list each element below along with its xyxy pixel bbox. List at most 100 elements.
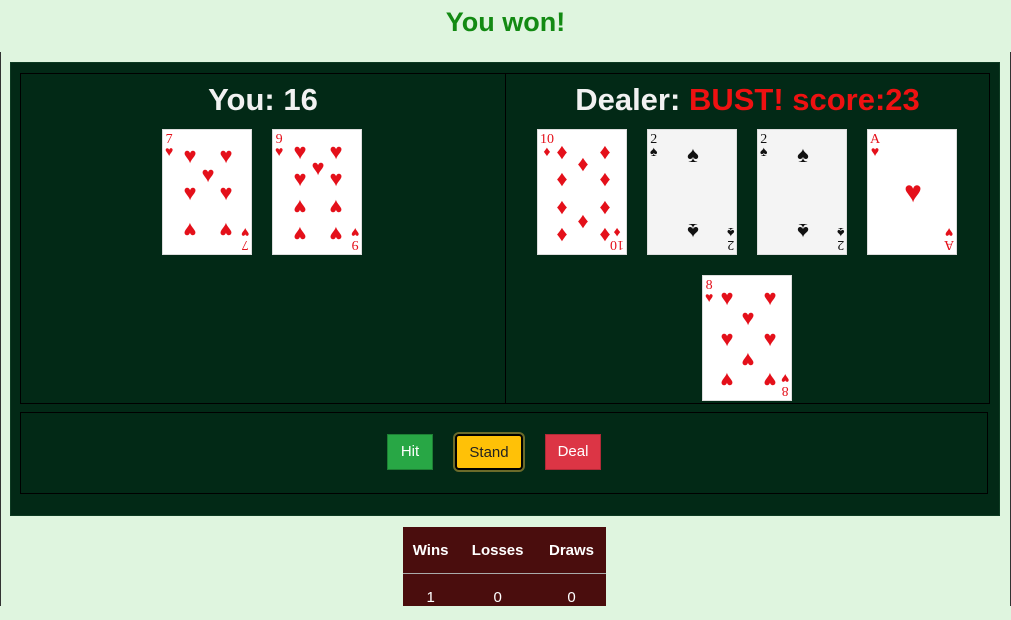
card-rank: 8 xyxy=(781,383,788,398)
card-suit: ♠ xyxy=(727,224,734,239)
diamond-icon: ♦ xyxy=(599,168,610,190)
playing-card: 8♥ ♥ ♥ ♥ ♥ ♥ ♥ ♥ ♥ 8♥ xyxy=(702,275,792,401)
spade-icon: ♠ xyxy=(797,144,809,166)
wins-value: 1 xyxy=(403,574,458,620)
card-corner-top: 2♠ xyxy=(650,133,657,159)
heart-icon: ♥ xyxy=(311,157,324,179)
player-hand: You: 16 7♥ ♥ ♥ ♥ ♥ ♥ ♥ ♥ 7♥ 9♥ ♥ xyxy=(20,73,506,404)
heart-icon: ♥ xyxy=(720,328,733,350)
card-suit: ♥ xyxy=(241,224,249,239)
card-corner-bottom: 9♥ xyxy=(351,225,359,251)
heart-icon: ♥ xyxy=(329,196,342,218)
diamond-icon: ♦ xyxy=(577,210,588,232)
card-suit: ♠ xyxy=(650,145,657,160)
heart-icon: ♥ xyxy=(741,349,754,371)
card-table: You: 16 7♥ ♥ ♥ ♥ ♥ ♥ ♥ ♥ 7♥ 9♥ ♥ xyxy=(10,62,1000,516)
spade-icon: ♠ xyxy=(687,144,699,166)
losses-header: Losses xyxy=(458,527,537,574)
score-table: Wins Losses Draws 1 0 0 xyxy=(403,527,606,606)
card-rank: A xyxy=(944,237,954,252)
card-corner-top: 8♥ xyxy=(705,279,713,305)
losses-value: 0 xyxy=(458,574,537,620)
card-suit: ♥ xyxy=(781,370,789,385)
card-suit: ♥ xyxy=(871,145,879,160)
diamond-icon: ♦ xyxy=(577,153,588,175)
playing-card: 2♠ ♠ ♠ 2♠ xyxy=(647,129,737,255)
draws-value: 0 xyxy=(537,574,606,620)
spade-icon: ♠ xyxy=(687,220,699,242)
card-corner-bottom: 10♦ xyxy=(610,225,624,251)
diamond-icon: ♦ xyxy=(599,196,610,218)
card-corner-bottom: 2♠ xyxy=(837,225,844,251)
card-rank: 9 xyxy=(351,237,358,252)
dealer-label: Dealer: xyxy=(575,82,680,117)
card-corner-bottom: 7♥ xyxy=(241,225,249,251)
player-score-title: You: 16 xyxy=(21,80,505,120)
playing-card: 7♥ ♥ ♥ ♥ ♥ ♥ ♥ ♥ 7♥ xyxy=(162,129,252,255)
card-rank: 10 xyxy=(610,237,624,252)
card-corner-bottom: A♥ xyxy=(944,225,954,251)
heart-icon: ♥ xyxy=(219,219,232,241)
card-rank: 2 xyxy=(727,237,734,252)
card-suit: ♠ xyxy=(837,224,844,239)
card-suit: ♦ xyxy=(613,224,620,239)
card-rank: 7 xyxy=(241,237,248,252)
card-corner-top: 7♥ xyxy=(165,133,173,159)
stand-button[interactable]: Stand xyxy=(455,434,523,470)
wins-header: Wins xyxy=(403,527,458,574)
heart-icon: ♥ xyxy=(720,369,733,391)
dealer-hand: Dealer: BUST! score:23 10♦ ♦ ♦ ♦ ♦ ♦ ♦ ♦… xyxy=(505,73,990,404)
heart-icon: ♥ xyxy=(741,307,754,329)
draws-header: Draws xyxy=(537,527,606,574)
card-suit: ♥ xyxy=(945,224,953,239)
spade-icon: ♠ xyxy=(797,220,809,242)
card-suit: ♥ xyxy=(275,145,283,160)
diamond-icon: ♦ xyxy=(556,141,567,163)
card-corner-top: 10♦ xyxy=(540,133,554,159)
hit-button[interactable]: Hit xyxy=(387,434,433,470)
diamond-icon: ♦ xyxy=(556,168,567,190)
playing-card: A♥ ♥ A♥ xyxy=(867,129,957,255)
dealer-bust-status: BUST! score:23 xyxy=(689,82,920,117)
card-suit: ♠ xyxy=(760,145,767,160)
card-rank: 2 xyxy=(837,237,844,252)
heart-icon: ♥ xyxy=(219,182,232,204)
heart-icon: ♥ xyxy=(763,287,776,309)
card-suit: ♦ xyxy=(543,145,550,160)
heart-icon: ♥ xyxy=(293,196,306,218)
heart-icon: ♥ xyxy=(329,168,342,190)
game-frame: You: 16 7♥ ♥ ♥ ♥ ♥ ♥ ♥ ♥ 7♥ 9♥ ♥ xyxy=(0,52,1011,606)
diamond-icon: ♦ xyxy=(599,223,610,245)
card-corner-bottom: 2♠ xyxy=(727,225,734,251)
card-corner-top: 9♥ xyxy=(275,133,283,159)
card-corner-top: 2♠ xyxy=(760,133,767,159)
playing-card: 10♦ ♦ ♦ ♦ ♦ ♦ ♦ ♦ ♦ ♦ ♦ 10♦ xyxy=(537,129,627,255)
score-table-row: 1 0 0 xyxy=(403,574,606,620)
playing-card: 9♥ ♥ ♥ ♥ ♥ ♥ ♥ ♥ ♥ ♥ 9♥ xyxy=(272,129,362,255)
deal-button[interactable]: Deal xyxy=(545,434,601,470)
playing-card: 2♠ ♠ ♠ 2♠ xyxy=(757,129,847,255)
diamond-icon: ♦ xyxy=(556,196,567,218)
heart-icon: ♥ xyxy=(183,219,196,241)
heart-icon: ♥ xyxy=(720,287,733,309)
score-table-header-row: Wins Losses Draws xyxy=(403,527,606,574)
card-suit: ♥ xyxy=(705,291,713,306)
diamond-icon: ♦ xyxy=(556,223,567,245)
heart-icon: ♥ xyxy=(293,223,306,245)
heart-icon: ♥ xyxy=(763,369,776,391)
heart-icon: ♥ xyxy=(329,223,342,245)
card-corner-bottom: 8♥ xyxy=(781,371,789,397)
heart-icon: ♥ xyxy=(183,145,196,167)
result-banner: You won! xyxy=(0,0,1011,53)
heart-icon: ♥ xyxy=(904,182,922,204)
heart-icon: ♥ xyxy=(183,182,196,204)
card-suit: ♥ xyxy=(165,145,173,160)
heart-icon: ♥ xyxy=(293,141,306,163)
card-corner-top: A♥ xyxy=(870,133,880,159)
heart-icon: ♥ xyxy=(329,141,342,163)
heart-icon: ♥ xyxy=(219,145,232,167)
diamond-icon: ♦ xyxy=(599,141,610,163)
dealer-score-title: Dealer: BUST! score:23 xyxy=(506,80,989,120)
heart-icon: ♥ xyxy=(293,168,306,190)
action-controls: Hit Stand Deal xyxy=(20,412,988,494)
